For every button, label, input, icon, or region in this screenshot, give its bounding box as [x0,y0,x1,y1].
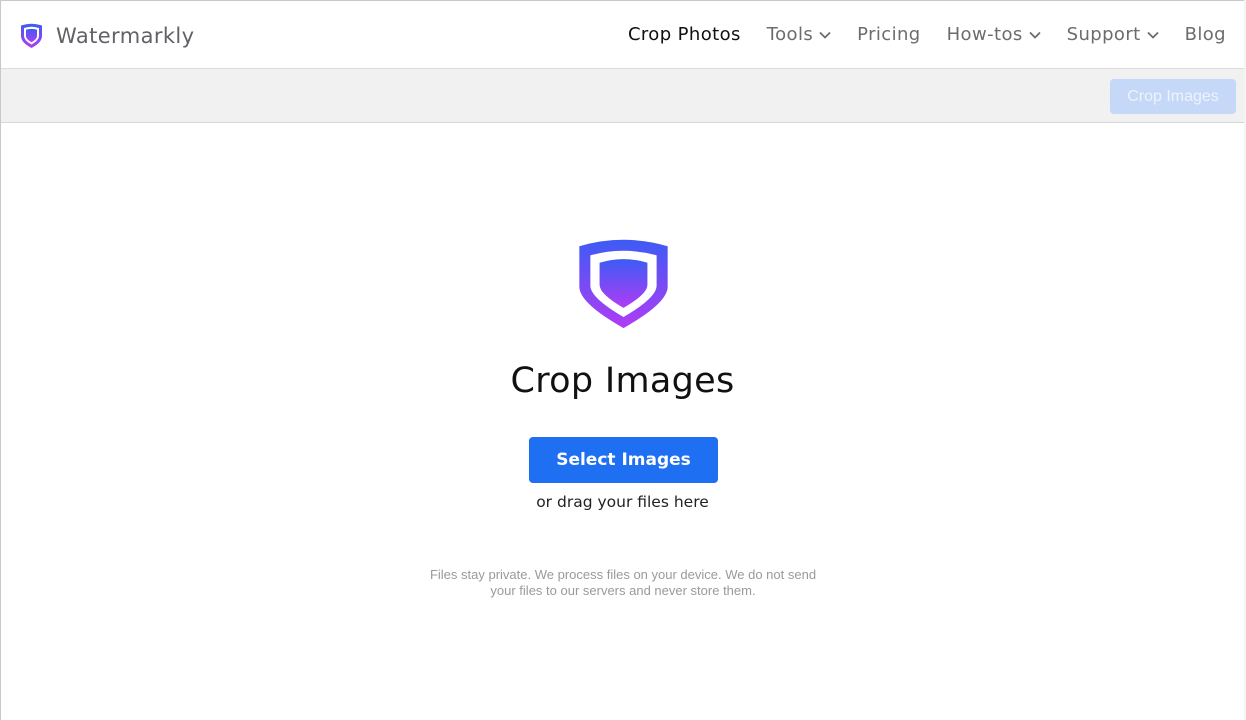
nav-label: Blog [1184,24,1226,45]
nav-how-tos[interactable]: How-tos [947,24,1041,45]
action-toolbar: Crop Images [1,68,1244,123]
chevron-down-icon [819,31,831,39]
nav-pricing[interactable]: Pricing [857,24,920,45]
page-frame: Watermarkly Crop Photos Tools Pricing Ho… [0,0,1244,720]
nav-label: Crop Photos [627,24,741,45]
drag-hint: or drag your files here [536,493,709,511]
select-images-button[interactable]: Select Images [529,437,718,483]
nav-support[interactable]: Support [1067,24,1159,45]
shield-logo-icon [579,239,668,329]
main-nav: Crop Photos Tools Pricing How-tos Suppor… [628,24,1226,45]
nav-label: Pricing [857,24,921,45]
chevron-down-icon [1146,31,1159,39]
nav-tools[interactable]: Tools [767,24,831,45]
brand-logo-link[interactable]: Watermarkly [19,23,195,49]
page-title: Crop Images [510,361,735,401]
nav-crop-photos[interactable]: Crop Photos [628,24,741,45]
chevron-down-icon [1029,31,1041,39]
privacy-note: Files stay private. We process files on … [429,567,817,598]
nav-label: Support [1066,24,1141,45]
site-header: Watermarkly Crop Photos Tools Pricing Ho… [1,1,1244,68]
shield-logo-icon [21,23,42,48]
brand-name: Watermarkly [56,24,195,48]
nav-label: Tools [766,24,814,45]
nav-label: How-tos [946,24,1023,45]
crop-images-button[interactable]: Crop Images [1110,79,1236,114]
nav-blog[interactable]: Blog [1185,24,1226,45]
upload-area[interactable]: Crop Images Select Images or drag your f… [1,123,1244,720]
